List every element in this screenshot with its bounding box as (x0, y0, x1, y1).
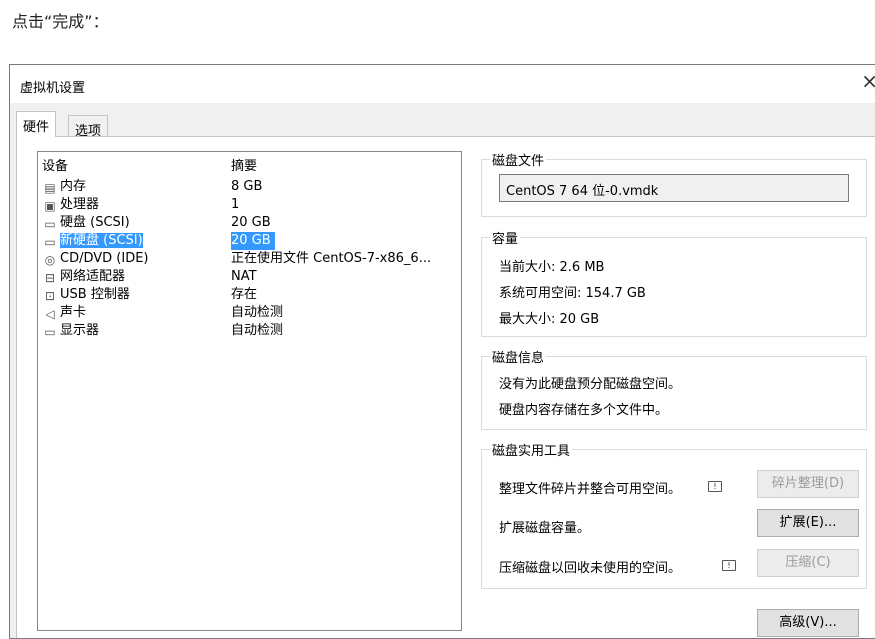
title-bar: 虚拟机设置 × (10, 65, 875, 103)
tab-options[interactable]: 选项 (68, 115, 109, 139)
disk-info-title: 磁盘信息 (490, 347, 547, 366)
device-name: CD/DVD (IDE) (60, 251, 149, 266)
device-row-processor[interactable]: ▣ 处理器 1 (38, 196, 461, 214)
device-summary: 自动检测 (231, 305, 284, 320)
disk-utilities-title: 磁盘实用工具 (490, 440, 573, 459)
device-row-memory[interactable]: ▤ 内存 8 GB (38, 178, 461, 196)
device-name: 硬盘 (SCSI) (60, 215, 130, 230)
advanced-button[interactable]: 高级(V)... (757, 609, 859, 637)
cd-dvd-icon: ◎ (44, 253, 56, 267)
close-icon[interactable]: × (861, 69, 875, 93)
device-list[interactable]: 设备 摘要 ▤ 内存 8 GB ▣ 处理器 1 ▭ 硬盘 (SCSI) 20 GB ▭… (37, 151, 462, 631)
device-name: 新硬盘 (SCSI) (60, 233, 143, 248)
device-name: 处理器 (60, 197, 100, 212)
device-summary: 20 GB (231, 215, 271, 230)
device-name: 网络适配器 (60, 269, 126, 284)
hard-disk-icon: ▭ (44, 217, 56, 231)
processor-icon: ▣ (44, 199, 56, 213)
device-summary: 自动检测 (231, 323, 284, 338)
device-summary: 1 (231, 197, 240, 212)
device-row-new-hard-disk[interactable]: ▭ 新硬盘 (SCSI) 20 GB (38, 232, 461, 250)
disk-info-line-1: 没有为此硬盘预分配磁盘空间。 (499, 377, 682, 392)
available-space-text: 系统可用空间: 154.7 GB (499, 286, 646, 301)
hardware-tab-panel: 设备 摘要 ▤ 内存 8 GB ▣ 处理器 1 ▭ 硬盘 (SCSI) 20 GB ▭… (16, 136, 875, 638)
compact-text: 压缩磁盘以回收未使用的空间。 (499, 561, 682, 576)
capacity-title: 容量 (490, 228, 521, 247)
max-size-text: 最大大小: 20 GB (499, 312, 600, 327)
disk-file-group: 磁盘文件 CentOS 7 64 位-0.vmdk (481, 150, 867, 217)
network-adapter-icon: ⊟ (44, 271, 56, 285)
device-list-header: 设备 摘要 (38, 158, 461, 178)
disk-file-title: 磁盘文件 (490, 150, 547, 169)
dialog-client-area: 硬件 选项 设备 摘要 ▤ 内存 8 GB ▣ 处理器 1 ▭ 硬盘 (SCSI) (10, 103, 875, 638)
defrag-text: 整理文件碎片并整合可用空间。 (499, 482, 682, 497)
expand-button[interactable]: 扩展(E)... (757, 509, 859, 537)
monitor-icon: ▭ (44, 325, 56, 339)
disk-file-field[interactable]: CentOS 7 64 位-0.vmdk (499, 174, 849, 202)
device-row-display[interactable]: ▭ 显示器 自动检测 (38, 322, 461, 340)
device-row-sound-card[interactable]: ◁ 声卡 自动检测 (38, 304, 461, 322)
memory-icon: ▤ (44, 181, 56, 195)
vm-settings-dialog: 虚拟机设置 × 硬件 选项 设备 摘要 ▤ 内存 8 GB ▣ 处理器 1 ▭ … (9, 64, 875, 639)
device-summary: NAT (231, 269, 257, 284)
device-summary: 正在使用文件 CentOS-7-x86_6... (231, 251, 432, 266)
usb-icon: ⊡ (44, 289, 56, 303)
disk-utilities-group: 磁盘实用工具 整理文件碎片并整合可用空间。 ! 碎片整理(D) 扩展磁盘容量。 … (481, 440, 867, 589)
column-header-summary[interactable]: 摘要 (231, 158, 257, 176)
device-row-hard-disk[interactable]: ▭ 硬盘 (SCSI) 20 GB (38, 214, 461, 232)
capacity-group: 容量 当前大小: 2.6 MB 系统可用空间: 154.7 GB 最大大小: 2… (481, 228, 867, 337)
instruction-caption: 点击“完成”： (12, 12, 109, 31)
dialog-title: 虚拟机设置 (20, 81, 86, 96)
expand-text: 扩展磁盘容量。 (499, 521, 591, 536)
info-icon[interactable]: ! (708, 481, 722, 492)
device-name: 显示器 (60, 323, 100, 338)
info-icon[interactable]: ! (722, 560, 736, 571)
device-row-cd-dvd[interactable]: ◎ CD/DVD (IDE) 正在使用文件 CentOS-7-x86_6... (38, 250, 461, 268)
compact-button[interactable]: 压缩(C) (757, 549, 859, 577)
device-name: 声卡 (60, 305, 87, 320)
disk-info-group: 磁盘信息 没有为此硬盘预分配磁盘空间。 硬盘内容存储在多个文件中。 (481, 347, 867, 430)
device-row-network-adapter[interactable]: ⊟ 网络适配器 NAT (38, 268, 461, 286)
device-row-usb-controller[interactable]: ⊡ USB 控制器 存在 (38, 286, 461, 304)
device-summary: 20 GB (231, 232, 275, 250)
defragment-button[interactable]: 碎片整理(D) (757, 470, 859, 498)
device-name: USB 控制器 (60, 287, 130, 302)
tab-hardware[interactable]: 硬件 (16, 111, 57, 137)
device-summary: 8 GB (231, 179, 263, 194)
column-header-device[interactable]: 设备 (42, 158, 68, 176)
disk-info-line-2: 硬盘内容存储在多个文件中。 (499, 403, 669, 418)
device-name: 内存 (60, 179, 87, 194)
speaker-icon: ◁ (45, 307, 55, 321)
device-summary: 存在 (231, 287, 258, 302)
hard-disk-icon: ▭ (44, 235, 56, 249)
current-size-text: 当前大小: 2.6 MB (499, 260, 605, 275)
